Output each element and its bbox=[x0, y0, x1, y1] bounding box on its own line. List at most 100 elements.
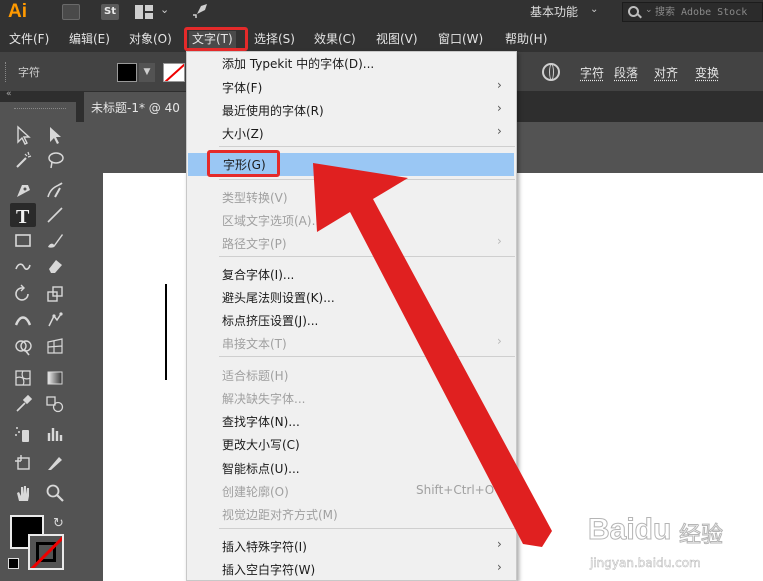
puppet-warp-tool-icon[interactable] bbox=[42, 308, 68, 332]
search-input[interactable] bbox=[655, 4, 761, 20]
default-fill-stroke-icon[interactable] bbox=[8, 558, 19, 569]
menu-item-size[interactable]: 大小(Z) › bbox=[187, 122, 516, 145]
swap-fill-stroke-icon[interactable]: ↻ bbox=[53, 516, 64, 531]
menu-item-label: 区域文字选项(A)... bbox=[222, 214, 324, 228]
menu-item-shortcut: Shift+Ctrl+O bbox=[416, 483, 495, 497]
menu-view[interactable]: 视图(V) bbox=[376, 31, 418, 49]
curvature-tool-icon[interactable] bbox=[42, 178, 68, 202]
paragraph-panel-link[interactable]: 段落 bbox=[614, 64, 638, 81]
menu-help[interactable]: 帮助(H) bbox=[505, 31, 547, 49]
menu-item-insert-whitespace-character[interactable]: 插入空白字符(W) › bbox=[187, 558, 516, 581]
menu-effect[interactable]: 效果(C) bbox=[314, 31, 356, 49]
arrange-documents-icon[interactable] bbox=[135, 5, 153, 19]
fill-color-swatch[interactable] bbox=[117, 63, 137, 82]
collapse-icon[interactable]: « bbox=[6, 89, 12, 99]
menu-item-label: 视觉边距对齐方式(M) bbox=[222, 508, 338, 522]
stroke-color-box[interactable] bbox=[28, 534, 64, 570]
scale-tool-icon[interactable] bbox=[42, 282, 68, 306]
menu-item-font[interactable]: 字体(F) › bbox=[187, 76, 516, 99]
character-panel-link[interactable]: 字符 bbox=[580, 64, 604, 81]
menu-item-glyphs[interactable]: 字形(G) bbox=[188, 153, 514, 176]
hand-tool-icon[interactable] bbox=[10, 481, 36, 505]
globe-icon[interactable] bbox=[542, 63, 560, 81]
width-tool-icon[interactable] bbox=[10, 308, 36, 332]
menu-item-mojikumi-settings[interactable]: 标点挤压设置(J)... bbox=[187, 309, 516, 332]
menu-item-type-on-path: 路径文字(P) › bbox=[187, 232, 516, 255]
stroke-color-swatch[interactable] bbox=[163, 63, 185, 82]
menu-type[interactable]: 文字(T) bbox=[189, 31, 236, 49]
zoom-tool-icon[interactable] bbox=[42, 481, 68, 505]
menu-item-find-font[interactable]: 查找字体(N)... bbox=[187, 410, 516, 433]
shape-builder-tool-icon[interactable] bbox=[10, 334, 36, 358]
stock-search[interactable]: ⌄ bbox=[622, 2, 763, 22]
illustrator-logo: Ai bbox=[8, 1, 27, 22]
selection-tool-icon[interactable] bbox=[10, 123, 36, 147]
document-tab[interactable]: 未标题-1* @ 40 bbox=[84, 92, 194, 122]
menu-item-recent-fonts[interactable]: 最近使用的字体(R) › bbox=[187, 99, 516, 122]
align-panel-link[interactable]: 对齐 bbox=[654, 64, 678, 81]
shaper-tool-icon[interactable] bbox=[10, 253, 36, 277]
chevron-down-icon[interactable]: ⌄ bbox=[590, 4, 598, 15]
menu-item-kinsoku-settings[interactable]: 避头尾法则设置(K)... bbox=[187, 286, 516, 309]
document-tab-title: 未标题-1* @ 40 bbox=[91, 101, 180, 115]
blend-tool-icon[interactable] bbox=[42, 392, 68, 416]
chevron-down-icon[interactable]: ▼ bbox=[139, 63, 155, 82]
toolbar-header[interactable]: « bbox=[0, 89, 76, 102]
chevron-right-icon: › bbox=[497, 101, 502, 115]
transform-panel-link[interactable]: 变换 bbox=[695, 64, 719, 81]
menu-separator bbox=[219, 179, 515, 180]
menu-edit[interactable]: 编辑(E) bbox=[69, 31, 110, 49]
menu-item-composite-fonts[interactable]: 复合字体(I)... bbox=[187, 263, 516, 286]
menu-window[interactable]: 窗口(W) bbox=[438, 31, 483, 49]
direct-selection-tool-icon[interactable] bbox=[42, 123, 68, 147]
menu-item-smart-punctuation[interactable]: 智能标点(U)... bbox=[187, 457, 516, 480]
rotate-tool-icon[interactable] bbox=[10, 282, 36, 306]
menu-file[interactable]: 文件(F) bbox=[9, 31, 49, 49]
menu-item-add-typekit-fonts[interactable]: 添加 Typekit 中的字体(D)... bbox=[187, 52, 516, 75]
artboard-tool-icon[interactable] bbox=[10, 451, 36, 475]
menu-item-label: 标点挤压设置(J)... bbox=[222, 314, 319, 328]
perspective-grid-tool-icon[interactable] bbox=[42, 334, 68, 358]
menu-item-label: 路径文字(P) bbox=[222, 237, 287, 251]
svg-text:T: T bbox=[16, 206, 30, 225]
slice-tool-icon[interactable] bbox=[42, 451, 68, 475]
paintbrush-tool-icon[interactable] bbox=[42, 228, 68, 252]
chevron-down-icon[interactable]: ⌄ bbox=[160, 3, 169, 16]
stock-icon[interactable]: St bbox=[101, 4, 119, 20]
eraser-tool-icon[interactable] bbox=[42, 253, 68, 277]
menu-select[interactable]: 选择(S) bbox=[254, 31, 295, 49]
type-menu-dropdown: 添加 Typekit 中的字体(D)... 字体(F) › 最近使用的字体(R) › 大小… bbox=[186, 51, 517, 581]
rectangle-tool-icon[interactable] bbox=[10, 228, 36, 252]
bridge-icon[interactable] bbox=[62, 4, 80, 20]
panel-grip[interactable] bbox=[5, 62, 8, 82]
magic-wand-tool-icon[interactable] bbox=[10, 148, 36, 172]
menu-object[interactable]: 对象(O) bbox=[129, 31, 172, 49]
control-bar-label: 字符 bbox=[18, 66, 40, 79]
chevron-right-icon: › bbox=[497, 334, 502, 348]
menu-item-area-type-options: 区域文字选项(A)... bbox=[187, 209, 516, 232]
column-graph-tool-icon[interactable] bbox=[42, 422, 68, 446]
menu-item-label: 适合标题(H) bbox=[222, 369, 289, 383]
menu-item-change-case[interactable]: 更改大小写(C) › bbox=[187, 433, 516, 456]
menu-item-create-outlines: 创建轮廓(O) Shift+Ctrl+O bbox=[187, 480, 516, 503]
menu-item-label: 智能标点(U)... bbox=[222, 462, 300, 476]
lasso-tool-icon[interactable] bbox=[42, 148, 68, 172]
menu-item-insert-special-character[interactable]: 插入特殊字符(I) › bbox=[187, 535, 516, 558]
mesh-tool-icon[interactable] bbox=[10, 366, 36, 390]
chevron-right-icon: › bbox=[497, 234, 502, 248]
menu-item-label: 添加 Typekit 中的字体(D)... bbox=[222, 57, 375, 71]
menu-item-label: 字形(G) bbox=[223, 158, 266, 172]
eyedropper-tool-icon[interactable] bbox=[10, 392, 36, 416]
workspace-switcher[interactable]: 基本功能 bbox=[530, 3, 578, 20]
gpu-performance-icon[interactable] bbox=[189, 2, 209, 22]
menu-item-label: 大小(Z) bbox=[222, 127, 264, 141]
gradient-tool-icon[interactable] bbox=[42, 366, 68, 390]
line-segment-tool-icon[interactable] bbox=[42, 203, 68, 227]
baidu-jingyan-watermark: Baidu 经验 jingyan.baidu.com bbox=[587, 513, 758, 575]
pen-tool-icon[interactable] bbox=[10, 178, 36, 202]
symbol-sprayer-tool-icon[interactable] bbox=[10, 422, 36, 446]
watermark-url: jingyan.baidu.com bbox=[590, 556, 701, 571]
type-tool-icon[interactable]: T bbox=[10, 203, 36, 227]
menu-item-label: 最近使用的字体(R) bbox=[222, 104, 324, 118]
chevron-right-icon: › bbox=[497, 124, 502, 138]
